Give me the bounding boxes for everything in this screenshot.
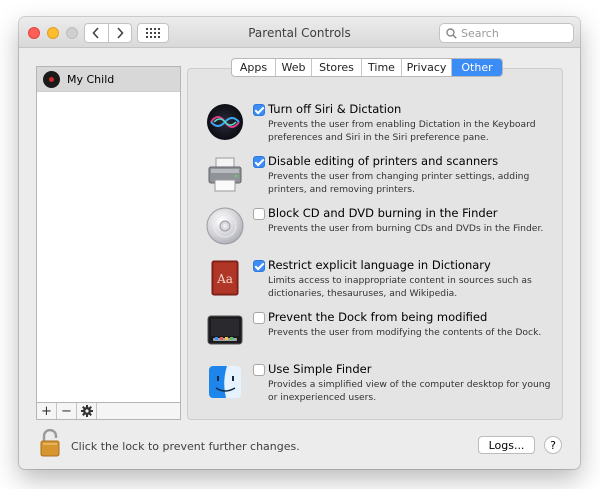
option-printers: Disable editing of printers and scanners… [205, 154, 565, 200]
option-simple-finder: Use Simple Finder Provides a simplified … [205, 362, 565, 408]
printers-checkbox[interactable] [253, 156, 265, 168]
option-title: Turn off Siri & Dictation [268, 102, 402, 116]
option-title: Block CD and DVD burning in the Finder [268, 206, 498, 220]
option-description: Prevents the user from changing printer … [268, 171, 530, 195]
lock-message: Click the lock to prevent further change… [71, 440, 300, 453]
dock-checkbox[interactable] [253, 312, 265, 324]
dictionary-icon: Aa [211, 260, 239, 296]
tab-time[interactable]: Time [362, 59, 402, 76]
simple-finder-checkbox[interactable] [253, 364, 265, 376]
tab-web[interactable]: Web [276, 59, 312, 76]
user-list: My Child [36, 66, 181, 419]
option-dictionary: Aa Restrict explicit language in Diction… [205, 258, 565, 304]
tab-other[interactable]: Other [452, 59, 502, 76]
gear-icon [80, 405, 93, 417]
user-actions-button[interactable] [77, 403, 97, 419]
tab-stores[interactable]: Stores [312, 59, 362, 76]
svg-text:Aa: Aa [216, 272, 233, 286]
option-title: Prevent the Dock from being modified [268, 310, 488, 324]
siri-checkbox[interactable] [253, 104, 265, 116]
tab-privacy[interactable]: Privacy [402, 59, 452, 76]
user-name: My Child [67, 72, 115, 86]
user-item-my-child[interactable]: My Child [37, 67, 180, 92]
printer-icon [208, 157, 242, 192]
option-title: Use Simple Finder [268, 362, 372, 376]
help-button[interactable]: ? [544, 436, 562, 454]
cd-icon [206, 207, 244, 245]
option-dock: Prevent the Dock from being modified Pre… [205, 310, 565, 356]
search-input[interactable] [461, 26, 561, 40]
remove-user-button[interactable]: − [57, 403, 77, 419]
option-siri: Turn off Siri & Dictation Prevents the u… [205, 102, 565, 148]
tab-bar: Apps Web Stores Time Privacy Other [231, 58, 503, 77]
search-icon [446, 27, 457, 39]
search-field[interactable] [439, 23, 574, 43]
cd-burning-checkbox[interactable] [253, 208, 265, 220]
option-description: Provides a simplified view of the comput… [268, 379, 551, 403]
finder-icon [209, 366, 241, 398]
option-description: Prevents the user from modifying the con… [268, 327, 542, 338]
dictionary-checkbox[interactable] [253, 260, 265, 272]
option-description: Prevents the user from burning CDs and D… [268, 223, 544, 234]
title-bar: Parental Controls [19, 17, 580, 48]
option-title: Restrict explicit language in Dictionary [268, 258, 491, 272]
user-list-toolbar: + − [36, 402, 181, 420]
siri-icon [207, 104, 243, 140]
tab-apps[interactable]: Apps [232, 59, 276, 76]
lock-icon[interactable] [39, 429, 61, 457]
option-description: Limits access to inappropriate content i… [268, 275, 532, 299]
dock-icon [207, 315, 243, 345]
add-user-button[interactable]: + [37, 403, 57, 419]
parental-controls-window: Parental Controls My Child + − Apps Web … [19, 17, 580, 469]
logs-button[interactable]: Logs... [478, 436, 535, 454]
option-description: Prevents the user from enabling Dictatio… [268, 119, 536, 143]
option-cd-burning: Block CD and DVD burning in the Finder P… [205, 206, 565, 252]
user-avatar-icon [43, 70, 60, 88]
option-title: Disable editing of printers and scanners [268, 154, 499, 168]
